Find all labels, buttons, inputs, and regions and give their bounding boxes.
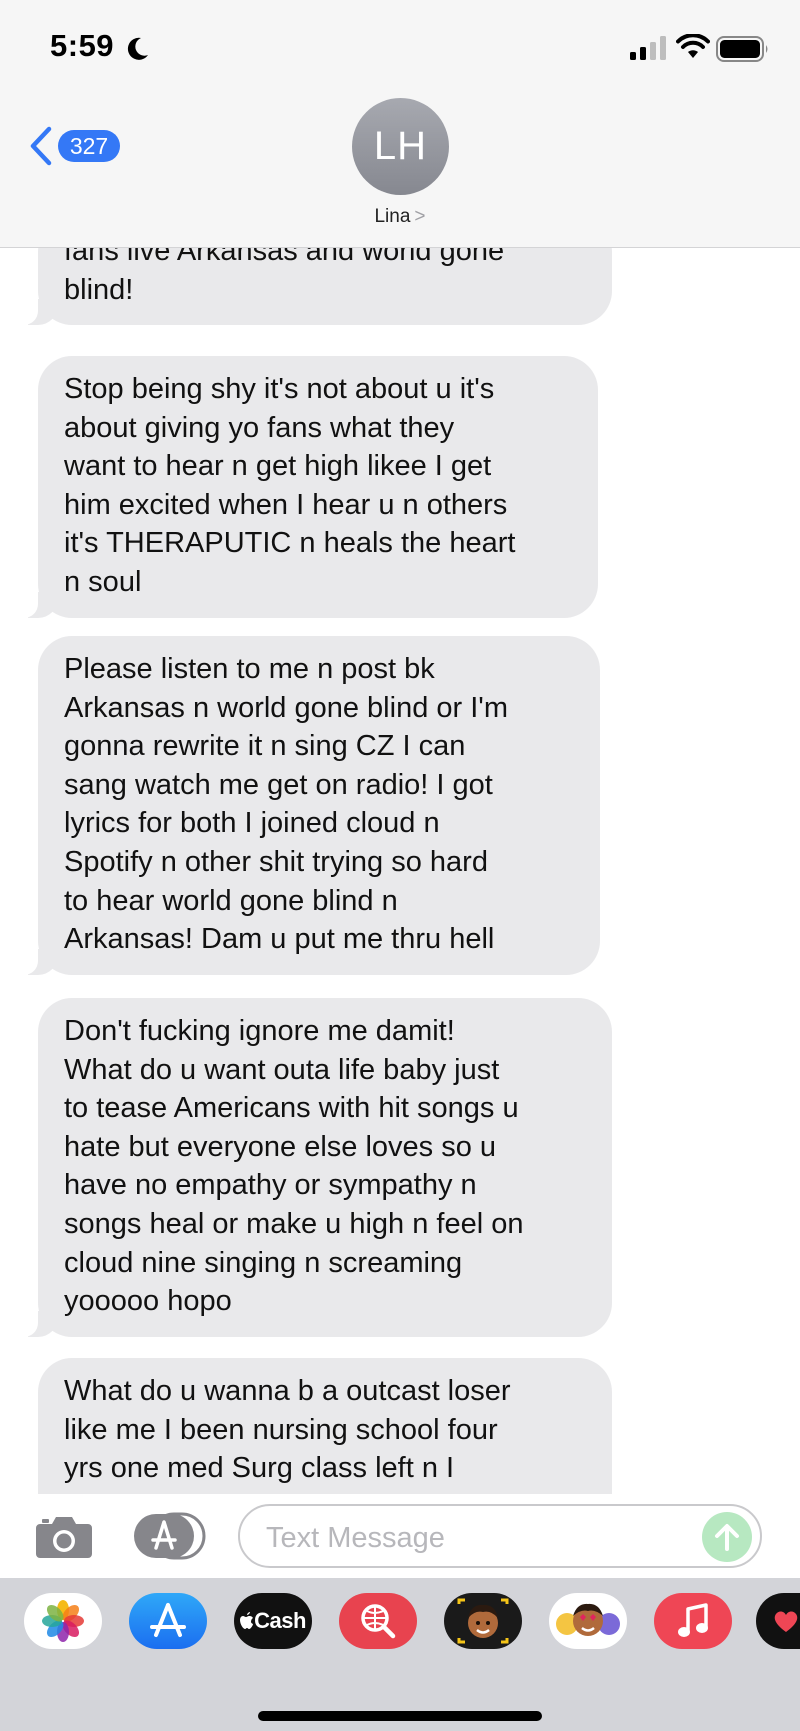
chevron-left-icon <box>30 126 52 166</box>
memoji-stickers-faces-icon <box>556 1603 620 1636</box>
photos-icon[interactable] <box>24 1593 102 1649</box>
text-message-input[interactable] <box>264 1518 688 1558</box>
apple-logo-icon <box>240 1612 254 1629</box>
battery-icon <box>716 36 768 62</box>
digital-touch-icon[interactable] <box>756 1593 800 1649</box>
arrow-up-icon <box>715 1524 739 1551</box>
wifi-icon <box>676 34 710 58</box>
message-input-bar <box>0 1494 800 1578</box>
contact-name-button[interactable]: Lina > <box>0 206 800 228</box>
camera-icon[interactable] <box>34 1512 94 1560</box>
clock: 5:59 <box>50 28 115 63</box>
do-not-disturb-moon-icon <box>127 37 148 60</box>
cellular-signal-icon <box>630 36 666 60</box>
music-note-icon <box>678 1603 708 1637</box>
cash-icon[interactable]: Cash <box>234 1593 312 1649</box>
magnifying-globe-icon <box>361 1604 396 1639</box>
text-message-field[interactable] <box>238 1504 762 1568</box>
received-message-bubble[interactable]: Stop being shy it's not about u it's abo… <box>20 356 598 618</box>
app-store-glyph-icon <box>150 1603 186 1637</box>
conversation-header: 327 LH Lina > <box>0 90 800 248</box>
home-indicator[interactable] <box>258 1711 542 1721</box>
back-button[interactable]: 327 <box>28 124 120 168</box>
app-store-icon[interactable] <box>129 1593 207 1649</box>
received-message-bubble[interactable]: What do u wanna b a outcast loser like m… <box>38 1358 612 1494</box>
cash-label: Cash <box>254 1608 306 1633</box>
web-search-icon[interactable] <box>339 1593 417 1649</box>
contact-name: Lina <box>374 206 411 227</box>
send-button[interactable] <box>702 1512 752 1562</box>
photos-flower-icon <box>42 1600 84 1642</box>
received-message-bubble[interactable]: fans live Arkansas and world gone blind! <box>20 248 612 326</box>
contact-avatar[interactable]: LH <box>352 98 449 195</box>
music-icon[interactable] <box>654 1593 732 1649</box>
received-message-bubble[interactable]: Please listen to me n post bk Arkansas n… <box>20 636 600 975</box>
heart-touch-icon <box>774 1611 798 1632</box>
unread-count-badge: 327 <box>58 130 120 162</box>
memoji-stickers-icon[interactable] <box>549 1593 627 1649</box>
received-message-bubble[interactable]: Don't fucking ignore me damit! What do u… <box>20 998 612 1337</box>
message-thread[interactable]: fans live Arkansas and world gone blind!… <box>0 248 800 1494</box>
status-bar: 5:59 <box>0 0 800 90</box>
app-store-apps-button-icon[interactable] <box>132 1512 206 1560</box>
memoji-face-icon <box>457 1598 509 1644</box>
memoji-icon[interactable] <box>444 1593 522 1649</box>
avatar-initials: LH <box>373 124 428 168</box>
chevron-right-icon: > <box>414 206 426 227</box>
imessage-app-drawer: Cash <box>0 1578 800 1731</box>
